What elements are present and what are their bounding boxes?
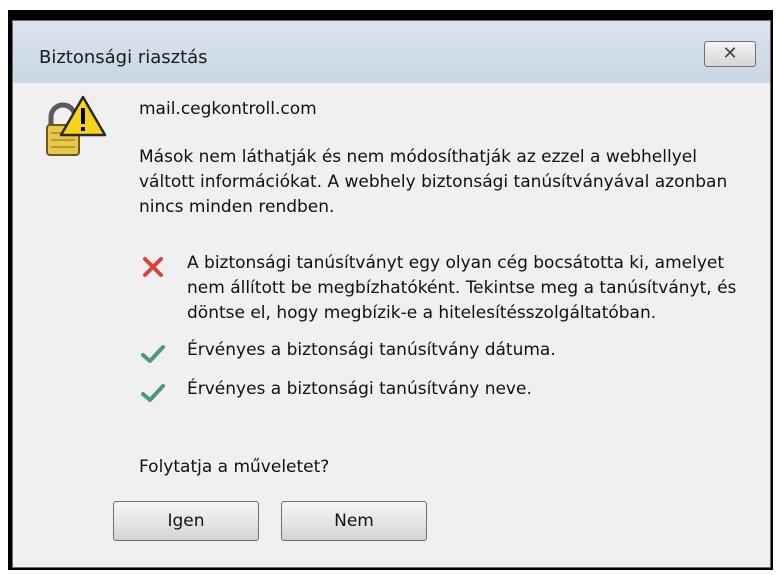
close-icon: ✕: [722, 43, 738, 64]
continue-question: Folytatja a műveletet?: [139, 457, 330, 477]
list-item: Érvényes a biztonsági tanúsítvány dátuma…: [139, 338, 759, 363]
security-alert-dialog: Biztonsági riasztás ✕ mail.cegkontroll.c…: [12, 20, 771, 568]
dialog-body: mail.cegkontroll.com Mások nem láthatják…: [25, 83, 758, 557]
list-item: A biztonsági tanúsítványt egy olyan cég …: [139, 251, 759, 326]
status-text: Érvényes a biztonsági tanúsítvány dátuma…: [187, 340, 556, 360]
no-button[interactable]: Nem: [281, 501, 427, 541]
site-host: mail.cegkontroll.com: [139, 99, 317, 119]
status-text: A biztonsági tanúsítványt egy olyan cég …: [187, 253, 737, 323]
title-bar[interactable]: Biztonsági riasztás ✕: [13, 21, 770, 83]
window-title: Biztonsági riasztás: [39, 47, 208, 68]
list-item: Érvényes a biztonsági tanúsítvány neve.: [139, 377, 759, 402]
certificate-status-list: A biztonsági tanúsítványt egy olyan cég …: [139, 251, 759, 402]
close-button[interactable]: ✕: [704, 41, 756, 67]
status-text: Érvényes a biztonsági tanúsítvány neve.: [187, 379, 532, 399]
green-check-icon: [141, 384, 165, 402]
yes-button[interactable]: Igen: [113, 501, 259, 541]
alert-message: Mások nem láthatják és nem módosíthatják…: [139, 147, 728, 217]
red-x-icon: [143, 257, 163, 277]
green-check-icon: [141, 345, 165, 363]
lock-warning-icon: [46, 95, 107, 156]
